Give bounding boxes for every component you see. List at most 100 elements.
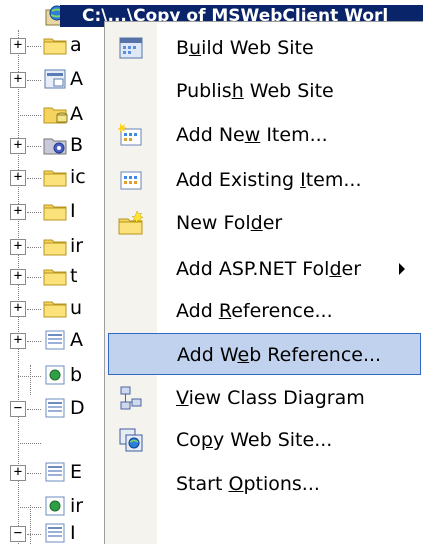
build-icon (118, 35, 144, 61)
menu-item-new-folder[interactable]: New Folder (108, 202, 421, 244)
tree-row[interactable]: + ir (0, 232, 120, 260)
tree-node-label: b (70, 364, 83, 386)
add-existing-item-icon (118, 167, 144, 193)
tree-connector (27, 46, 41, 47)
tree-row[interactable]: + a (0, 31, 120, 59)
solution-explorer-tree: + a + A A + B + ic + I + ir + t + u + Ab − D + Eir − I (0, 0, 120, 544)
tree-expander-plus-icon[interactable]: + (10, 204, 26, 220)
menu-item-publish-web-site[interactable]: Publish Web Site (108, 70, 421, 112)
tree-node-label: u (70, 297, 83, 319)
tree-row[interactable]: A (0, 100, 120, 128)
menu-item-start-options[interactable]: Start Options... (108, 463, 421, 505)
tree-row[interactable]: ir (0, 492, 120, 520)
submenu-arrow-icon (399, 263, 405, 275)
copy-web-site-icon (118, 427, 144, 453)
menu-item-add-existing-item[interactable]: Add Existing Item... (108, 159, 421, 201)
tree-connector (18, 115, 41, 116)
menu-item-build-web-site[interactable]: Build Web Site (108, 27, 421, 69)
menu-item-label: Build Web Site (176, 37, 314, 59)
new-folder-icon (118, 210, 144, 236)
tree-node-label: D (70, 397, 85, 419)
tree-expander-plus-icon[interactable]: + (10, 72, 26, 88)
menu-item-copy-web-site[interactable]: Copy Web Site... (108, 419, 421, 461)
tree-expander-plus-icon[interactable]: + (10, 138, 26, 154)
tree-connector (18, 443, 41, 444)
tree-node-label: t (70, 265, 78, 287)
menu-item-label: Add Reference... (176, 300, 333, 322)
menu-item-label: Start Options... (176, 473, 320, 495)
folder-icon (42, 235, 68, 257)
tree-row[interactable]: + t (0, 262, 120, 290)
menu-item-label: View Class Diagram (176, 387, 365, 409)
menu-item-label: Add Existing Item... (176, 169, 362, 191)
tree-row[interactable]: − I (0, 519, 120, 547)
menu-item-add-reference[interactable]: Add Reference... (108, 290, 421, 332)
database-folder-icon (42, 103, 68, 125)
tree-node-label: B (70, 134, 84, 156)
folder-icon (42, 265, 68, 287)
tree-row[interactable]: b (0, 361, 120, 389)
tree-connector (27, 534, 41, 535)
menu-item-label: Add New Item... (176, 124, 328, 146)
tree-expander-plus-icon[interactable]: + (10, 465, 26, 481)
webform-code-icon (42, 495, 68, 517)
tree-connector (27, 80, 41, 81)
menu-item-add-aspnet-folder[interactable]: Add ASP.NET Folder (108, 248, 421, 290)
tree-expander-plus-icon[interactable]: + (10, 333, 26, 349)
tree-connector (27, 178, 41, 179)
tree-row[interactable]: + u (0, 294, 120, 322)
tree-node-label: A (70, 68, 83, 90)
tree-row[interactable]: − D (0, 394, 120, 422)
tree-connector (27, 212, 41, 213)
menu-item-label: Add ASP.NET Folder (176, 258, 362, 280)
tree-row[interactable]: + A (0, 326, 120, 354)
menu-item-view-class-diagram[interactable]: View Class Diagram (108, 377, 421, 419)
tree-connector (27, 277, 41, 278)
tree-node-label: ir (70, 235, 84, 257)
tree-connector (18, 507, 41, 508)
tree-node-label: A (70, 103, 83, 125)
folder-icon (42, 166, 68, 188)
webform-icon (42, 461, 68, 483)
tree-node-label: I (70, 200, 76, 222)
context-menu: Build Web Site Publish Web Site Add New It… (104, 21, 423, 544)
tree-node-label: ic (70, 166, 86, 188)
menu-item-add-web-reference[interactable]: Add Web Reference... (108, 333, 421, 375)
tree-node-label: a (70, 34, 82, 56)
gear-folder-icon (42, 134, 68, 156)
class-diagram-icon (118, 385, 144, 411)
tree-row[interactable]: + A (0, 65, 120, 93)
menu-item-label: Publish Web Site (176, 80, 334, 102)
tree-connector (27, 309, 41, 310)
menu-item-label: New Folder (176, 212, 283, 234)
tree-row (0, 428, 120, 456)
tree-row[interactable]: + I (0, 197, 120, 225)
tree-expander-plus-icon[interactable]: + (10, 239, 26, 255)
tree-node-label: I (70, 522, 76, 544)
tree-row[interactable]: + E (0, 458, 120, 486)
tree-node-label: A (70, 329, 83, 351)
menu-item-add-new-item[interactable]: Add New Item... (108, 114, 421, 156)
webform-icon (42, 329, 68, 351)
tree-expander-minus-icon[interactable]: − (10, 526, 26, 542)
menu-item-label: Copy Web Site... (176, 429, 333, 451)
tree-connector (27, 146, 41, 147)
tree-expander-plus-icon[interactable]: + (10, 38, 26, 54)
tree-expander-plus-icon[interactable]: + (10, 301, 26, 317)
tree-expander-plus-icon[interactable]: + (10, 269, 26, 285)
folder-icon (42, 34, 68, 56)
add-new-item-icon (117, 122, 144, 148)
tree-expander-plus-icon[interactable]: + (10, 170, 26, 186)
tree-expander-minus-icon[interactable]: − (10, 401, 26, 417)
webform-icon (42, 397, 68, 419)
menu-item-label: Add Web Reference... (177, 344, 382, 366)
tree-connector (27, 341, 41, 342)
webform-icon (42, 522, 68, 544)
page-icon (42, 68, 68, 90)
tree-row[interactable]: + ic (0, 163, 120, 191)
tree-node-label: ir (70, 495, 84, 517)
tree-connector (27, 473, 41, 474)
tree-row[interactable]: + B (0, 131, 120, 159)
tree-connector (27, 409, 41, 410)
folder-icon (42, 200, 68, 222)
